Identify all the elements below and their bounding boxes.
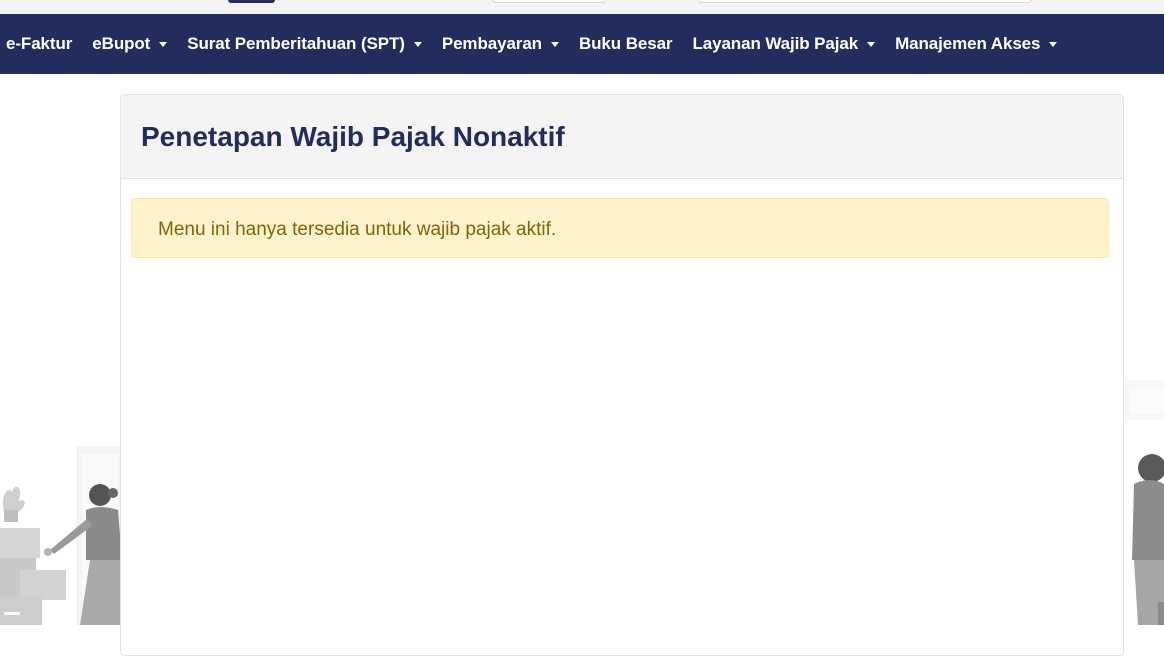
nav-item-label: eBupot	[92, 34, 151, 53]
nav-item-ebupot[interactable]: eBupot	[82, 34, 177, 54]
nav-item-pembayaran[interactable]: Pembayaran	[432, 34, 569, 54]
top-header-strip	[0, 0, 1164, 14]
nav-item-buku-besar[interactable]: Buku Besar	[569, 34, 682, 54]
chevron-down-icon	[413, 41, 422, 47]
nav-item-label: Surat Pemberitahuan (SPT)	[187, 34, 405, 53]
nav-item-spt[interactable]: Surat Pemberitahuan (SPT)	[177, 34, 432, 54]
nav-menu: e-Faktur eBupot Surat Pemberitahuan (SPT…	[0, 14, 1067, 74]
card-header: Penetapan Wajib Pajak Nonaktif	[121, 95, 1123, 179]
header-select-box[interactable]	[492, 0, 606, 3]
nav-item-label: Layanan Wajib Pajak	[692, 34, 859, 53]
chevron-down-icon	[867, 41, 876, 47]
header-search-box[interactable]	[698, 0, 1032, 3]
main-navbar: e-Faktur eBupot Surat Pemberitahuan (SPT…	[0, 14, 1164, 74]
content-card: Penetapan Wajib Pajak Nonaktif Menu ini …	[120, 94, 1124, 656]
chevron-down-icon	[1049, 41, 1058, 47]
chevron-down-icon	[550, 41, 559, 47]
nav-item-manajemen-akses[interactable]: Manajemen Akses	[885, 34, 1067, 54]
nav-item-layanan-wajib-pajak[interactable]: Layanan Wajib Pajak	[682, 34, 885, 54]
nav-item-efaktur[interactable]: e-Faktur	[0, 34, 82, 54]
active-tab-indicator	[228, 0, 275, 3]
warning-alert: Menu ini hanya tersedia untuk wajib paja…	[131, 198, 1109, 258]
alert-message: Menu ini hanya tersedia untuk wajib paja…	[158, 219, 557, 240]
nav-item-label: Buku Besar	[578, 34, 673, 53]
office-illustration-right	[1124, 380, 1164, 625]
page-title: Penetapan Wajib Pajak Nonaktif	[141, 121, 565, 152]
office-illustration-left	[0, 446, 124, 625]
nav-item-label: Manajemen Akses	[895, 34, 1041, 53]
nav-item-label: e-Faktur	[6, 34, 73, 53]
chevron-down-icon	[159, 41, 168, 47]
nav-item-label: Pembayaran	[441, 34, 542, 53]
